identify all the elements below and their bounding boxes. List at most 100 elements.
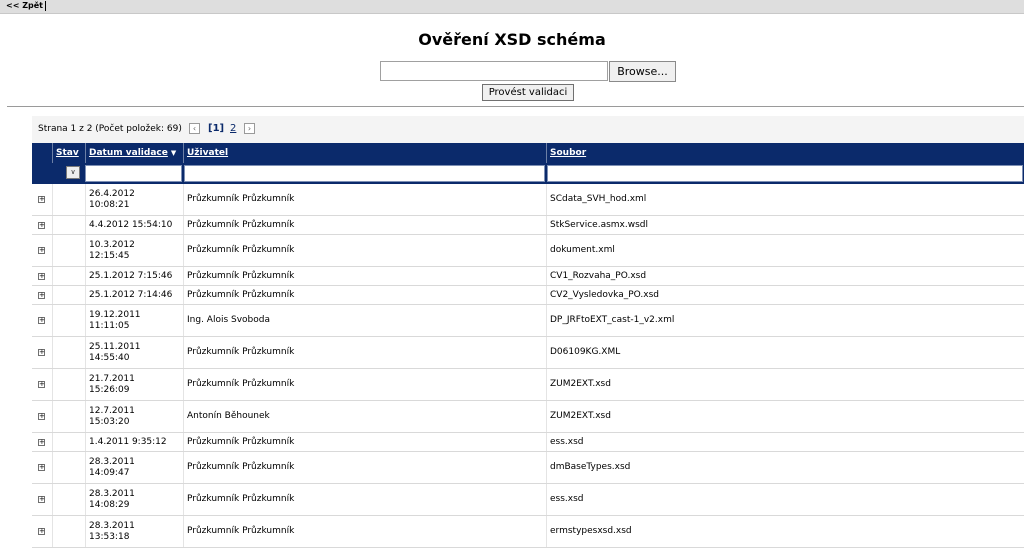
column-header-label: Datum validace	[89, 148, 168, 158]
expand-row-icon[interactable]: +	[38, 196, 45, 203]
chevron-left-icon[interactable]: ‹	[189, 123, 200, 134]
cell-datum: 28.3.2011 14:09:47	[85, 452, 183, 483]
cell-stav	[52, 433, 85, 451]
sort-desc-icon: ▼	[170, 149, 177, 157]
table-row[interactable]: +1.4.2011 9:35:12 Průzkumník Průzkumník es…	[32, 433, 1024, 452]
cell-soubor: StkService.asmx.wsdl	[546, 216, 1024, 234]
expand-row-icon[interactable]: +	[38, 317, 45, 324]
cell-stav	[52, 401, 85, 432]
cell-stav	[52, 235, 85, 266]
cell-soubor: dokument.xml	[546, 235, 1024, 266]
table-row[interactable]: +28.3.2011 14:08:29 Průzkumník Průzkumník…	[32, 484, 1024, 516]
table-row[interactable]: +28.3.2011 13:53:18 Průzkumník Průzkumník…	[32, 516, 1024, 548]
expand-row-icon[interactable]: +	[38, 292, 45, 299]
table-row[interactable]: +12.7.2011 15:03:20 Antonín Běhounek ZUM2E…	[32, 401, 1024, 433]
cell-datum: 12.7.2011 15:03:20	[85, 401, 183, 432]
filter-row: ∨	[32, 163, 1024, 184]
cell-datum: 25.1.2012 7:14:46	[85, 286, 183, 304]
divider	[7, 106, 1024, 107]
cell-uzivatel: Antonín Běhounek	[183, 401, 546, 432]
chevron-right-icon[interactable]: ›	[244, 123, 255, 134]
cell-stav	[52, 216, 85, 234]
cell-soubor: CV2_Vysledovka_PO.xsd	[546, 286, 1024, 304]
cell-uzivatel: Ing. Alois Svoboda	[183, 305, 546, 336]
table-row[interactable]: +25.11.2011 14:55:40 Průzkumník Průzkumní…	[32, 337, 1024, 369]
cell-uzivatel: Průzkumník Průzkumník	[183, 369, 546, 400]
expand-row-icon[interactable]: +	[38, 247, 45, 254]
table-row[interactable]: +28.3.2011 14:09:47 Průzkumník Průzkumník…	[32, 452, 1024, 484]
cell-soubor: dmBaseTypes.xsd	[546, 452, 1024, 483]
datum-filter-input[interactable]	[85, 165, 182, 182]
table-row[interactable]: +26.4.2012 10:08:21 Průzkumník Průzkumník…	[32, 184, 1024, 216]
table-row[interactable]: +19.12.2011 11:11:05 Ing. Alois Svoboda DP…	[32, 305, 1024, 337]
cell-uzivatel: Průzkumník Průzkumník	[183, 286, 546, 304]
stav-filter-dropdown[interactable]: ∨	[66, 166, 80, 179]
file-path-input[interactable]	[380, 61, 608, 81]
cell-datum: 1.4.2011 9:35:12	[85, 433, 183, 451]
table-body: +26.4.2012 10:08:21 Průzkumník Průzkumník…	[32, 184, 1024, 548]
cell-datum: 19.12.2011 11:11:05	[85, 305, 183, 336]
browse-button[interactable]: Browse...	[609, 61, 676, 82]
cell-datum: 10.3.2012 12:15:45	[85, 235, 183, 266]
cell-uzivatel: Průzkumník Průzkumník	[183, 452, 546, 483]
validate-button[interactable]: Provést validaci	[482, 84, 574, 101]
column-header-stav[interactable]: Stav	[52, 143, 85, 163]
cell-stav	[52, 484, 85, 515]
table-row[interactable]: +4.4.2012 15:54:10 Průzkumník Průzkumník S…	[32, 216, 1024, 235]
cell-soubor: ess.xsd	[546, 484, 1024, 515]
pager-current-page: [1]	[208, 123, 225, 134]
cell-uzivatel: Průzkumník Průzkumník	[183, 184, 546, 215]
expand-row-icon[interactable]: +	[38, 496, 45, 503]
cell-soubor: D06109KG.XML	[546, 337, 1024, 368]
cell-uzivatel: Průzkumník Průzkumník	[183, 337, 546, 368]
column-header-uzivatel[interactable]: Uživatel	[183, 143, 546, 163]
cell-soubor: ess.xsd	[546, 433, 1024, 451]
cell-datum: 28.3.2011 13:53:18	[85, 516, 183, 547]
table-header: Stav Datum validace ▼ Uživatel Soubor	[32, 143, 1024, 163]
column-header-soubor[interactable]: Soubor	[546, 143, 1024, 163]
table-row[interactable]: +25.1.2012 7:14:46 Průzkumník Průzkumník C…	[32, 286, 1024, 305]
cell-uzivatel: Průzkumník Průzkumník	[183, 235, 546, 266]
table-row[interactable]: +21.7.2011 15:26:09 Průzkumník Průzkumník…	[32, 369, 1024, 401]
cell-stav	[52, 286, 85, 304]
soubor-filter-input[interactable]	[547, 165, 1023, 182]
column-header-label: Stav	[56, 148, 79, 158]
cell-stav	[52, 267, 85, 285]
cell-uzivatel: Průzkumník Průzkumník	[183, 216, 546, 234]
cell-soubor: CV1_Rozvaha_PO.xsd	[546, 267, 1024, 285]
cell-soubor: ZUM2EXT.xsd	[546, 401, 1024, 432]
cell-soubor: ermstypesxsd.xsd	[546, 516, 1024, 547]
top-nav-bar: << Zpět	[0, 0, 1024, 14]
expand-row-icon[interactable]: +	[38, 439, 45, 446]
cell-stav	[52, 184, 85, 215]
cell-uzivatel: Průzkumník Průzkumník	[183, 516, 546, 547]
expand-row-icon[interactable]: +	[38, 528, 45, 535]
expand-row-icon[interactable]: +	[38, 413, 45, 420]
cell-stav	[52, 369, 85, 400]
expand-row-icon[interactable]: +	[38, 381, 45, 388]
column-header-datum[interactable]: Datum validace ▼	[85, 143, 183, 163]
cell-stav	[52, 337, 85, 368]
pager-bar: Strana 1 z 2 (Počet položek: 69) ‹ [1] 2…	[32, 116, 1024, 143]
column-header-label: Uživatel	[187, 148, 229, 158]
cell-uzivatel: Průzkumník Průzkumník	[183, 484, 546, 515]
expand-row-icon[interactable]: +	[38, 349, 45, 356]
table-row[interactable]: +25.1.2012 7:15:46 Průzkumník Průzkumník C…	[32, 267, 1024, 286]
cell-datum: 21.7.2011 15:26:09	[85, 369, 183, 400]
cell-datum: 25.11.2011 14:55:40	[85, 337, 183, 368]
column-header-label: Soubor	[550, 148, 587, 158]
expand-row-icon[interactable]: +	[38, 464, 45, 471]
back-link[interactable]: << Zpět	[6, 1, 43, 10]
expand-row-icon[interactable]: +	[38, 222, 45, 229]
cell-stav	[52, 452, 85, 483]
expand-row-icon[interactable]: +	[38, 273, 45, 280]
pager-page-link[interactable]: 2	[230, 123, 236, 134]
nav-separator	[45, 1, 46, 11]
cell-datum: 26.4.2012 10:08:21	[85, 184, 183, 215]
cell-datum: 4.4.2012 15:54:10	[85, 216, 183, 234]
cell-soubor: SCdata_SVH_hod.xml	[546, 184, 1024, 215]
table-row[interactable]: +10.3.2012 12:15:45 Průzkumník Průzkumník…	[32, 235, 1024, 267]
uzivatel-filter-input[interactable]	[184, 165, 545, 182]
cell-uzivatel: Průzkumník Průzkumník	[183, 433, 546, 451]
pager-summary: Strana 1 z 2 (Počet položek: 69)	[38, 124, 182, 134]
